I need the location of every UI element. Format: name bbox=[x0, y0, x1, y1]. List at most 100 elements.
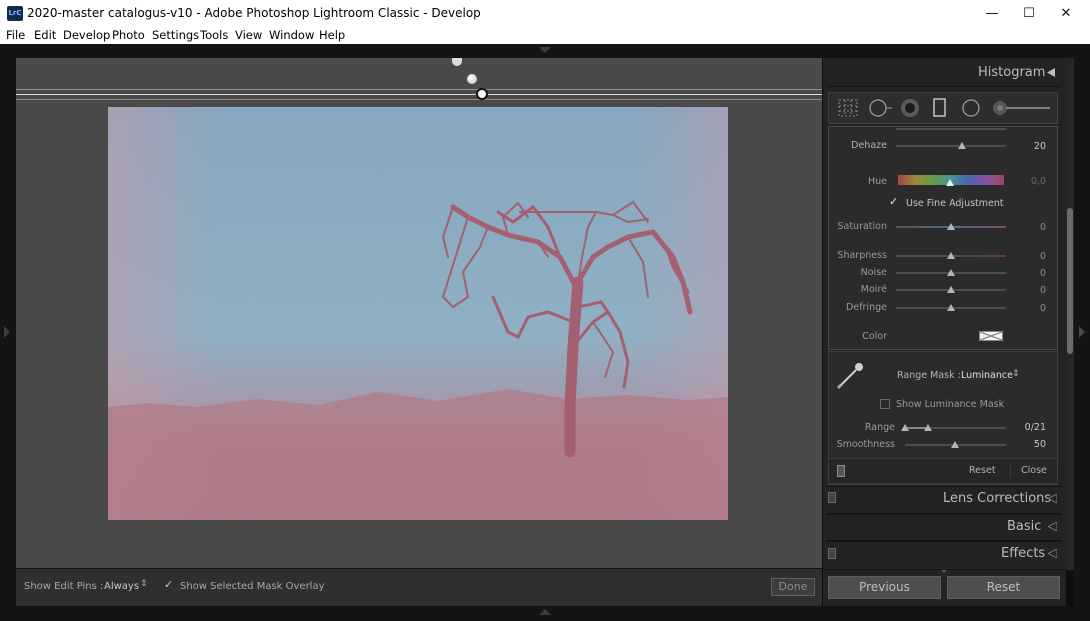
sharpness-value[interactable]: 0 bbox=[1016, 251, 1046, 262]
right-panel-toggle-icon[interactable] bbox=[1079, 326, 1086, 338]
effects-toggle[interactable] bbox=[828, 548, 836, 559]
lightroom-app-icon: LrC bbox=[7, 6, 23, 21]
show-luminance-mask-label: Show Luminance Mask bbox=[896, 399, 1005, 410]
defringe-label: Defringe bbox=[846, 302, 887, 313]
range-value[interactable]: 0/21 bbox=[1016, 422, 1046, 433]
photo-preview[interactable] bbox=[108, 107, 728, 520]
panel-scrollbar-thumb[interactable] bbox=[1067, 208, 1073, 354]
smoothness-value[interactable]: 50 bbox=[1016, 439, 1046, 450]
smoothness-slider-thumb[interactable] bbox=[951, 441, 959, 448]
menu-file[interactable]: File bbox=[6, 28, 25, 42]
menu-bar: File Edit Develop Photo Settings Tools V… bbox=[0, 27, 1090, 44]
color-swatch-none-icon[interactable] bbox=[979, 331, 1003, 341]
moire-slider-thumb[interactable] bbox=[947, 286, 955, 293]
red-eye-icon[interactable] bbox=[900, 98, 920, 118]
hue-value[interactable]: 0,0 bbox=[1016, 176, 1046, 187]
graduated-filter-line-top[interactable] bbox=[16, 89, 822, 90]
range-slider-right-thumb[interactable] bbox=[924, 424, 932, 431]
moire-label: Moiré bbox=[860, 284, 887, 295]
effects-header[interactable]: Effects bbox=[1001, 546, 1045, 561]
menu-view[interactable]: View bbox=[235, 28, 262, 42]
overlay-checkbox[interactable]: ✓ bbox=[164, 578, 173, 591]
done-button[interactable]: Done bbox=[771, 578, 815, 596]
saturation-value[interactable]: 0 bbox=[1016, 222, 1046, 233]
defringe-slider-thumb[interactable] bbox=[947, 304, 955, 311]
color-label: Color bbox=[862, 331, 887, 342]
lens-corrections-header[interactable]: Lens Corrections bbox=[943, 491, 1051, 506]
left-panel-collapsed bbox=[0, 58, 16, 606]
window-title: 2020-master catalogus-v10 - Adobe Photos… bbox=[27, 6, 481, 20]
graduated-filter-rotate-handle[interactable] bbox=[467, 74, 477, 84]
dehaze-value[interactable]: 20 bbox=[1016, 141, 1046, 152]
basic-header[interactable]: Basic bbox=[1007, 519, 1041, 534]
noise-value[interactable]: 0 bbox=[1016, 268, 1046, 279]
panel-end-marker-icon bbox=[941, 570, 947, 573]
menu-develop[interactable]: Develop bbox=[63, 28, 110, 42]
menu-tools[interactable]: Tools bbox=[200, 28, 228, 42]
smoothness-label: Smoothness bbox=[836, 439, 895, 450]
show-luminance-mask-checkbox[interactable] bbox=[880, 399, 890, 409]
sharpness-label: Sharpness bbox=[837, 250, 887, 261]
saturation-label: Saturation bbox=[837, 221, 887, 232]
divider bbox=[828, 86, 1060, 87]
divider bbox=[826, 486, 1062, 487]
clipped-slider-track bbox=[896, 128, 1006, 130]
radial-filter-icon[interactable] bbox=[961, 98, 981, 118]
fine-adjustment-label: Use Fine Adjustment bbox=[906, 198, 1004, 209]
dehaze-label: Dehaze bbox=[851, 140, 887, 151]
noise-label: Noise bbox=[860, 267, 887, 278]
moire-value[interactable]: 0 bbox=[1016, 285, 1046, 296]
hue-slider-thumb[interactable] bbox=[946, 179, 954, 186]
graduated-filter-adjustments bbox=[828, 126, 1058, 350]
sharpness-slider-thumb[interactable] bbox=[947, 252, 955, 259]
right-panel-edge bbox=[1074, 58, 1090, 606]
top-panel-collapsed bbox=[0, 44, 1090, 58]
basic-expand-icon[interactable] bbox=[1048, 522, 1057, 531]
title-bar: LrC 2020-master catalogus-v10 - Adobe Ph… bbox=[0, 0, 1090, 27]
range-mask-chevron-icon: ⇕ bbox=[1012, 369, 1020, 379]
range-slider-track[interactable] bbox=[905, 427, 1006, 429]
graduated-filter-line-bottom[interactable] bbox=[16, 99, 822, 100]
close-button[interactable]: ✕ bbox=[1043, 0, 1089, 27]
reset-button[interactable]: Reset bbox=[947, 576, 1060, 599]
lens-corrections-toggle[interactable] bbox=[828, 492, 836, 503]
range-mask-select[interactable]: Luminance bbox=[961, 370, 1013, 381]
crop-overlay-icon[interactable] bbox=[838, 99, 858, 117]
show-edit-pins-select[interactable]: Always bbox=[104, 581, 139, 592]
dehaze-slider-thumb[interactable] bbox=[958, 142, 966, 149]
menu-photo[interactable]: Photo bbox=[112, 28, 145, 42]
adjustment-brush-icon[interactable] bbox=[992, 99, 1052, 117]
effects-expand-icon[interactable] bbox=[1048, 549, 1057, 558]
hue-label: Hue bbox=[867, 176, 887, 187]
menu-settings[interactable]: Settings bbox=[152, 28, 199, 42]
panel-toggle-switch[interactable] bbox=[837, 465, 845, 477]
dehaze-slider-track[interactable] bbox=[896, 145, 1006, 147]
show-edit-pins-label: Show Edit Pins : bbox=[24, 581, 104, 592]
saturation-slider-thumb[interactable] bbox=[947, 223, 955, 230]
graduated-filter-icon[interactable] bbox=[932, 98, 948, 118]
top-panel-toggle-icon[interactable] bbox=[539, 47, 551, 54]
fine-adjustment-checkbox[interactable]: ✓ bbox=[889, 195, 898, 208]
graduated-filter-center-pin[interactable] bbox=[476, 88, 488, 100]
spot-removal-icon[interactable] bbox=[868, 98, 894, 118]
eyedropper-icon[interactable] bbox=[836, 360, 866, 390]
filmstrip-toggle-icon[interactable] bbox=[539, 609, 551, 616]
lens-corrections-expand-icon[interactable] bbox=[1048, 494, 1057, 503]
mask-reset-button[interactable]: Reset bbox=[969, 465, 996, 476]
noise-slider-thumb[interactable] bbox=[947, 269, 955, 276]
mask-close-button[interactable]: Close bbox=[1021, 465, 1047, 476]
range-label: Range bbox=[864, 422, 895, 433]
menu-edit[interactable]: Edit bbox=[34, 28, 56, 42]
graduated-filter-line-center[interactable] bbox=[16, 94, 822, 95]
left-panel-toggle-icon[interactable] bbox=[4, 326, 11, 338]
defringe-value[interactable]: 0 bbox=[1016, 303, 1046, 314]
divider bbox=[826, 513, 1062, 515]
histogram-title[interactable]: Histogram bbox=[978, 65, 1045, 80]
select-chevron-icon: ⇕ bbox=[140, 579, 148, 589]
menu-help[interactable]: Help bbox=[319, 28, 345, 42]
divider bbox=[1010, 462, 1011, 478]
menu-window[interactable]: Window bbox=[269, 28, 314, 42]
range-slider-left-thumb[interactable] bbox=[901, 424, 909, 431]
previous-button[interactable]: Previous bbox=[828, 576, 941, 599]
histogram-collapse-icon[interactable] bbox=[1047, 68, 1055, 77]
